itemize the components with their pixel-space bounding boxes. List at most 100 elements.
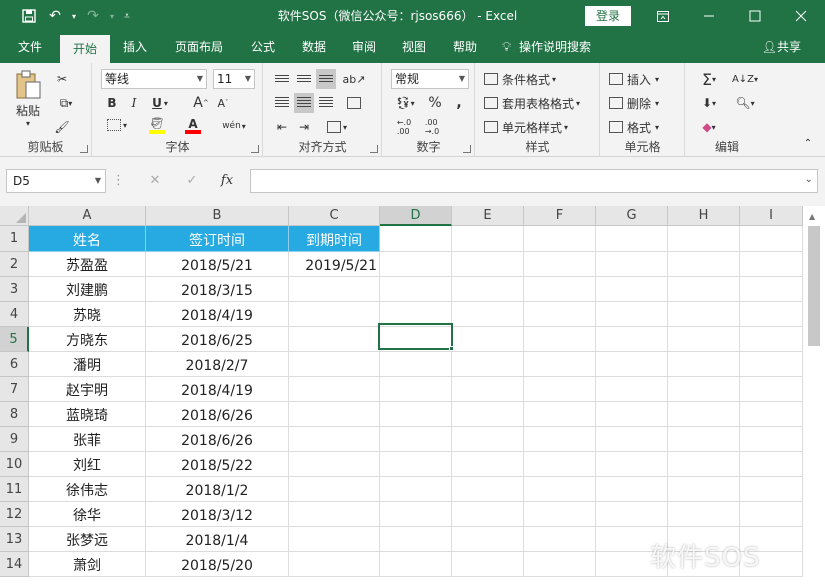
cell-f1[interactable]	[524, 226, 596, 252]
cut-icon[interactable]: ✂	[52, 69, 72, 89]
cell-g2[interactable]	[596, 252, 668, 277]
cell-a12[interactable]: 徐华	[29, 502, 146, 527]
cell-e1[interactable]	[452, 226, 524, 252]
border-icon[interactable]: ▾	[103, 116, 131, 134]
font-color-icon[interactable]: A	[179, 116, 207, 136]
insert-function-icon[interactable]: fx	[216, 169, 238, 193]
cell-f14[interactable]	[524, 552, 596, 577]
tab-view[interactable]: 视图	[394, 32, 434, 63]
cell-b8[interactable]: 2018/6/26	[146, 402, 289, 427]
cell-c5[interactable]	[289, 327, 380, 352]
tab-data[interactable]: 数据	[294, 32, 334, 63]
sort-filter-icon[interactable]: A↓Z ▾	[730, 69, 760, 89]
column-header-a[interactable]: A	[29, 206, 146, 226]
cell-f3[interactable]	[524, 277, 596, 302]
cell-e6[interactable]	[452, 352, 524, 377]
cell-e12[interactable]	[452, 502, 524, 527]
number-launcher-icon[interactable]	[463, 145, 471, 153]
cell-g11[interactable]	[596, 477, 668, 502]
phonetic-icon[interactable]: wén ▾	[219, 116, 249, 136]
cell-a6[interactable]: 潘明	[29, 352, 146, 377]
formula-bar-splitter-icon[interactable]: ⋮	[112, 169, 125, 193]
percent-button[interactable]: %	[425, 93, 445, 113]
row-header-14[interactable]: 14	[0, 552, 29, 577]
row-header-9[interactable]: 9	[0, 427, 29, 452]
cell-g6[interactable]	[596, 352, 668, 377]
cell-g8[interactable]	[596, 402, 668, 427]
cell-c14[interactable]	[289, 552, 380, 577]
cell-c6[interactable]	[289, 352, 380, 377]
column-header-h[interactable]: H	[668, 206, 740, 226]
cell-c3[interactable]	[289, 277, 380, 302]
cell-h11[interactable]	[668, 477, 740, 502]
font-size-select[interactable]: 11 ▼	[213, 69, 255, 89]
clear-icon[interactable]: ◆ ▾	[694, 117, 724, 137]
cell-h5[interactable]	[668, 327, 740, 352]
cell-i8[interactable]	[740, 402, 803, 427]
cell-d6[interactable]	[380, 352, 452, 377]
cell-i11[interactable]	[740, 477, 803, 502]
row-header-5[interactable]: 5	[0, 327, 29, 352]
cell-f2[interactable]	[524, 252, 596, 277]
format-painter-icon[interactable]: 🖌︎	[52, 117, 72, 137]
close-icon[interactable]	[778, 0, 824, 32]
cell-c7[interactable]	[289, 377, 380, 402]
cell-a10[interactable]: 刘红	[29, 452, 146, 477]
row-header-12[interactable]: 12	[0, 502, 29, 527]
cell-g12[interactable]	[596, 502, 668, 527]
cell-b11[interactable]: 2018/1/2	[146, 477, 289, 502]
cell-i6[interactable]	[740, 352, 803, 377]
delete-cells-button[interactable]: 删除 ▾	[609, 93, 679, 113]
copy-icon[interactable]: ⧉ ▾	[52, 93, 80, 113]
wrap-text-icon[interactable]	[344, 93, 364, 113]
vertical-scrollbar[interactable]: ▲	[803, 206, 825, 585]
tab-review[interactable]: 审阅	[344, 32, 384, 63]
comma-style-icon[interactable]: ,	[449, 93, 469, 113]
cell-c4[interactable]	[289, 302, 380, 327]
cell-c9[interactable]	[289, 427, 380, 452]
scroll-thumb[interactable]	[808, 226, 820, 346]
row-header-11[interactable]: 11	[0, 477, 29, 502]
find-select-icon[interactable]: 🔍︎ ▾	[730, 93, 760, 113]
alignment-launcher-icon[interactable]	[370, 145, 378, 153]
cell-a7[interactable]: 赵宇明	[29, 377, 146, 402]
cell-i5[interactable]	[740, 327, 803, 352]
cell-d8[interactable]	[380, 402, 452, 427]
column-header-b[interactable]: B	[146, 206, 289, 226]
tab-page-layout[interactable]: 页面布局	[168, 32, 230, 63]
formula-input[interactable]: ⌄	[250, 169, 818, 193]
number-format-select[interactable]: 常规 ▼	[391, 69, 469, 89]
row-header-4[interactable]: 4	[0, 302, 29, 327]
cell-e11[interactable]	[452, 477, 524, 502]
cell-c1[interactable]: 到期时间	[289, 226, 380, 252]
cell-b12[interactable]: 2018/3/12	[146, 502, 289, 527]
cell-e7[interactable]	[452, 377, 524, 402]
cell-c8[interactable]	[289, 402, 380, 427]
cell-d2[interactable]	[380, 252, 452, 277]
enter-icon[interactable]: ✓	[181, 169, 203, 193]
cell-b6[interactable]: 2018/2/7	[146, 352, 289, 377]
cell-d13[interactable]	[380, 527, 452, 552]
column-header-e[interactable]: E	[452, 206, 524, 226]
cell-h7[interactable]	[668, 377, 740, 402]
row-header-8[interactable]: 8	[0, 402, 29, 427]
collapse-ribbon-icon[interactable]: ⌃	[800, 135, 816, 151]
cell-a14[interactable]: 萧剑	[29, 552, 146, 577]
tab-home[interactable]: 开始	[60, 35, 110, 63]
cell-f12[interactable]	[524, 502, 596, 527]
fill-color-icon[interactable]: 🪣︎	[143, 116, 171, 136]
cell-e4[interactable]	[452, 302, 524, 327]
cell-styles-button[interactable]: 单元格样式 ▾	[484, 117, 594, 137]
row-header-3[interactable]: 3	[0, 277, 29, 302]
login-button[interactable]: 登录	[585, 6, 631, 26]
cell-i2[interactable]	[740, 252, 803, 277]
cell-c10[interactable]	[289, 452, 380, 477]
redo-icon[interactable]: ↷	[80, 0, 106, 32]
row-header-2[interactable]: 2	[0, 252, 29, 277]
cancel-icon[interactable]: ✕	[144, 169, 166, 193]
middle-align-icon[interactable]	[294, 69, 314, 89]
format-as-table-button[interactable]: 套用表格格式 ▾	[484, 93, 598, 113]
ribbon-display-icon[interactable]	[640, 0, 686, 32]
cell-b9[interactable]: 2018/6/26	[146, 427, 289, 452]
save-icon[interactable]	[16, 0, 42, 32]
